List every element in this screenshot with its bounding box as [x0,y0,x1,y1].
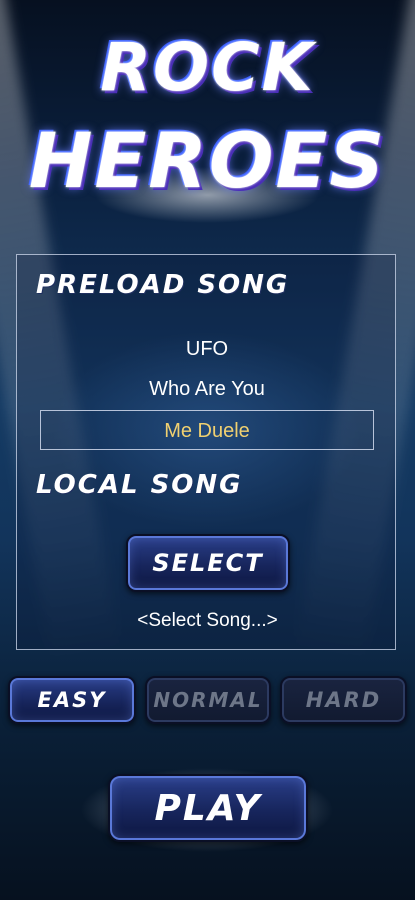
difficulty-normal-button[interactable]: NORMAL [145,676,271,724]
preload-song-label: PRELOAD SONG [36,270,290,300]
preload-song-item[interactable]: UFO [40,338,374,361]
preload-song-item-selected[interactable]: Me Duele [40,410,374,450]
preload-song-item[interactable]: Who Are You [40,378,374,401]
difficulty-hard-button[interactable]: HARD [280,676,407,724]
select-song-button[interactable]: SELECT [126,534,290,592]
play-button[interactable]: PLAY [108,774,308,842]
game-screen: ROCK HEROES PRELOAD SONG UFO Who Are You… [0,0,415,900]
local-song-label: LOCAL SONG [36,470,243,500]
game-title-line2: HEROES [28,116,387,205]
game-title-line1: ROCK [100,29,315,106]
selected-local-song-text: <Select Song...> [137,610,278,631]
difficulty-easy-button[interactable]: EASY [8,676,136,724]
